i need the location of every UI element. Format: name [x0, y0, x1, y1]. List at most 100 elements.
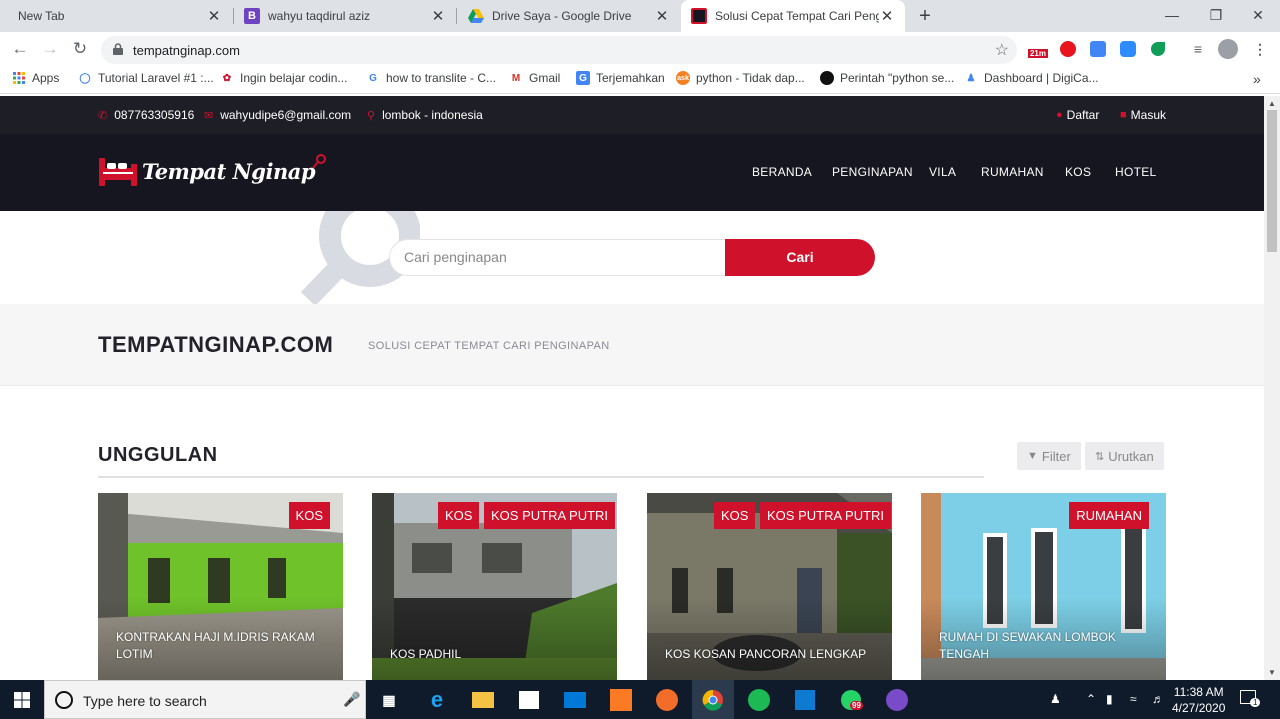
category-badge[interactable]: RUMAHAN [1069, 502, 1149, 529]
adblock-icon[interactable] [1058, 39, 1078, 59]
battery-icon[interactable]: ▮ [1106, 692, 1113, 706]
mail-icon[interactable] [560, 685, 590, 715]
windows-start-icon[interactable] [0, 680, 44, 719]
more-bookmarks-icon[interactable]: » [1253, 71, 1261, 87]
tab-google-drive[interactable]: Drive Saya - Google Drive ✕ [458, 0, 680, 32]
new-tab-button[interactable]: + [913, 4, 937, 28]
login-link[interactable]: ■ Masuk [1120, 108, 1166, 122]
bookmark-coding[interactable]: ✿ Ingin belajar codin... [220, 71, 348, 85]
scroll-up-icon[interactable]: ▲ [1268, 99, 1276, 108]
windows-taskbar: Type here to search 🎤 ▦ e 99 ♟ ⌃ ▮ ≈ ♬ 1… [0, 680, 1280, 719]
category-badge[interactable]: KOS PUTRA PUTRI [760, 502, 892, 529]
system-clock[interactable]: 11:38 AM 4/27/2020 [1172, 684, 1225, 716]
bookmark-label: Ingin belajar codin... [240, 71, 348, 85]
listing-title[interactable]: KONTRAKAN HAJI M.IDRIS RAKAM LOTIM [116, 629, 326, 663]
chrome-taskbar-icon[interactable] [692, 680, 734, 719]
email-text: wahyudipe6@gmail.com [220, 108, 352, 122]
address-bar[interactable]: tempatnginap.com ☆ [101, 36, 1017, 64]
sort-button[interactable]: ⇅ Urutkan [1085, 442, 1164, 470]
bookmark-github[interactable]: Perintah "python se... [820, 71, 954, 85]
reload-icon[interactable]: ↻ [68, 37, 92, 61]
tab-tempatnginap[interactable]: Solusi Cepat Tempat Cari Pengina ✕ [681, 0, 905, 32]
leaf-extension-icon[interactable] [1148, 39, 1168, 59]
zoom-icon[interactable] [1118, 39, 1138, 59]
listing-title[interactable]: KOS PADHIL [390, 646, 600, 663]
register-link[interactable]: ● Daftar [1056, 108, 1099, 122]
search-button[interactable]: Cari [725, 239, 875, 276]
whatsapp-icon[interactable]: 99 [836, 685, 866, 715]
profile-avatar-icon[interactable] [1218, 39, 1238, 59]
nav-vila[interactable]: VILA [929, 165, 956, 179]
wifi-icon[interactable]: ≈ [1130, 692, 1137, 706]
filter-button[interactable]: ▼ Filter [1017, 442, 1081, 470]
microphone-icon[interactable]: 🎤 [343, 691, 360, 708]
listing-title[interactable]: KOS KOSAN PANCORAN LENGKAP [665, 646, 885, 663]
file-explorer-icon[interactable] [468, 685, 498, 715]
category-badge[interactable]: KOS [438, 502, 480, 529]
minimize-icon[interactable]: — [1150, 0, 1194, 30]
volume-icon[interactable]: ♬ [1152, 692, 1164, 706]
bookmark-star-icon[interactable]: ☆ [995, 40, 1009, 60]
bookmark-translite[interactable]: G how to translite - C... [366, 71, 496, 85]
close-tab-icon[interactable]: ✕ [879, 7, 895, 25]
nav-hotel[interactable]: HOTEL [1115, 165, 1157, 179]
back-arrow-icon[interactable]: ← [8, 37, 32, 61]
contact-phone[interactable]: ✆ 087763305916 [98, 108, 194, 122]
bed-icon [99, 158, 137, 186]
bookmark-digicamp[interactable]: ♟ Dashboard | DigiCa... [964, 71, 1099, 85]
sublime-icon[interactable] [652, 685, 682, 715]
listing-title[interactable]: RUMAH DI SEWAKAN LOMBOK TENGAH [939, 629, 1149, 663]
category-badge[interactable]: KOS PUTRA PUTRI [484, 502, 616, 529]
bookmark-apps[interactable]: Apps [12, 71, 59, 85]
edge-icon[interactable]: e [422, 685, 452, 715]
scroll-down-icon[interactable]: ▼ [1268, 668, 1276, 677]
restore-icon[interactable]: ❐ [1194, 0, 1238, 30]
tab-blogger[interactable]: B wahyu taqdirul aziz ✕ [234, 0, 456, 32]
listing-card[interactable]: KOS KOS PUTRA PUTRI KOS KOSAN PANCORAN L… [647, 493, 892, 680]
vscode-icon[interactable] [790, 685, 820, 715]
people-icon[interactable]: ♟ [1050, 692, 1061, 706]
sort-icon: ⇅ [1095, 450, 1105, 463]
store-icon[interactable] [514, 685, 544, 715]
notification-center-icon[interactable]: 1 [1240, 690, 1261, 707]
page-scrollbar[interactable]: ▲ ▼ [1264, 96, 1280, 680]
site-logo[interactable]: Tempat Nginap [98, 154, 329, 188]
tray-chevron-icon[interactable]: ⌃ [1086, 692, 1096, 706]
close-tab-icon[interactable]: ✕ [654, 7, 670, 25]
search-section: Cari penginapan Cari [0, 211, 1264, 304]
forward-arrow-icon[interactable]: → [38, 37, 62, 61]
close-tab-icon[interactable]: ✕ [430, 7, 446, 25]
spotify-icon[interactable] [744, 685, 774, 715]
browser-toolbar: ← → ↻ tempatnginap.com ☆ 21m ≡ ⋮ [0, 32, 1280, 66]
contact-email[interactable]: ✉ wahyudipe6@gmail.com [204, 108, 351, 122]
scrollbar-thumb[interactable] [1267, 110, 1277, 252]
bookmark-terjemahkan[interactable]: G Terjemahkan [576, 71, 665, 85]
nav-rumahan[interactable]: RUMAHAN [981, 165, 1044, 179]
listing-card[interactable]: KOS KOS PUTRA PUTRI KOS PADHIL [372, 493, 617, 680]
nav-kos[interactable]: KOS [1065, 165, 1091, 179]
search-input[interactable]: Cari penginapan [389, 239, 726, 276]
nav-penginapan[interactable]: PENGINAPAN [832, 165, 913, 179]
menu-dots-icon[interactable]: ⋮ [1250, 39, 1270, 59]
ask-icon: ask [676, 71, 690, 85]
category-badge[interactable]: KOS [288, 502, 330, 529]
timer-extension-icon[interactable]: 21m [1026, 39, 1050, 59]
xampp-icon[interactable] [606, 685, 636, 715]
task-view-icon[interactable]: ▦ [374, 685, 404, 715]
site-favicon-icon [691, 8, 707, 24]
listing-card[interactable]: KOS KONTRAKAN HAJI M.IDRIS RAKAM LOTIM [98, 493, 343, 680]
nav-beranda[interactable]: BERANDA [752, 165, 812, 179]
category-badge[interactable]: KOS [714, 502, 756, 529]
listing-card[interactable]: RUMAHAN RUMAH DI SEWAKAN LOMBOK TENGAH [921, 493, 1166, 680]
taskbar-search-box[interactable]: Type here to search 🎤 [44, 680, 366, 719]
close-tab-icon[interactable]: ✕ [206, 7, 222, 25]
app-purple-icon[interactable] [882, 685, 912, 715]
tab-new-tab[interactable]: New Tab ✕ [8, 0, 232, 32]
bookmark-label: Apps [32, 71, 60, 85]
bookmark-laravel[interactable]: ◯ Tutorial Laravel #1 :... [78, 71, 213, 85]
bookmark-gmail[interactable]: M Gmail [509, 71, 561, 85]
reading-list-icon[interactable]: ≡ [1188, 39, 1208, 59]
translate-icon[interactable] [1088, 39, 1108, 59]
window-close-icon[interactable]: ✕ [1236, 0, 1280, 30]
bookmark-python[interactable]: ask python - Tidak dap... [676, 71, 805, 85]
